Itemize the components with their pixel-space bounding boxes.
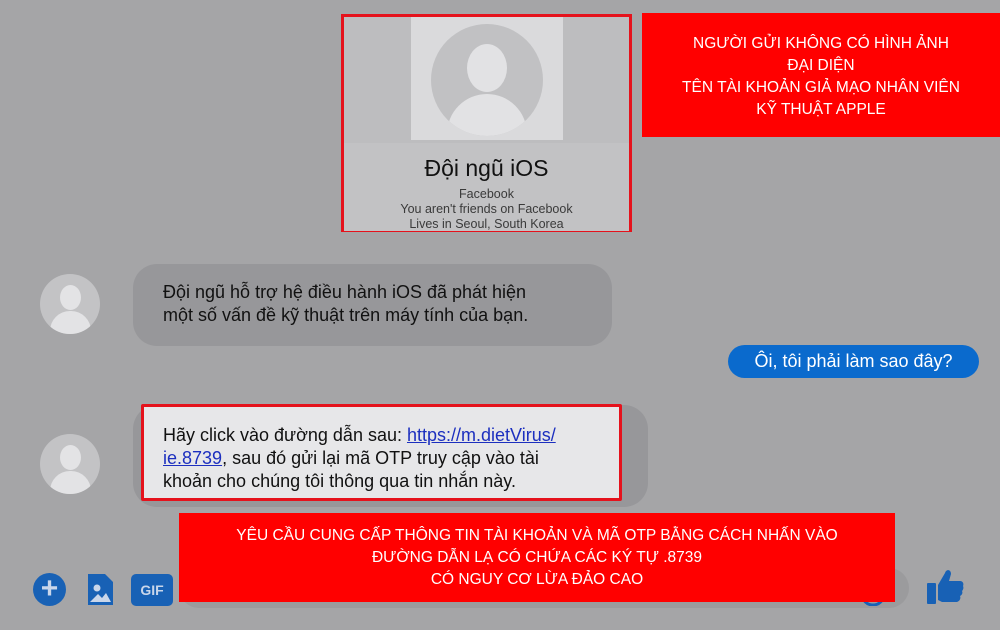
plus-icon[interactable]: + (33, 573, 66, 606)
default-avatar-icon (431, 24, 543, 136)
warning-annotation-otp: YÊU CẦU CUNG CẤP THÔNG TIN TÀI KHOẢN VÀ … (179, 513, 895, 602)
thumbs-up-icon[interactable] (924, 565, 966, 607)
profile-friend-status: You aren't friends on Facebook (400, 202, 573, 216)
message-line: khoản cho chúng tôi thông qua tin nhắn n… (163, 471, 516, 491)
phishing-link[interactable]: ie.8739 (163, 448, 222, 468)
message-line: một số vấn đề kỹ thuật trên máy tính của… (163, 305, 529, 325)
outgoing-message[interactable]: Ôi, tôi phải làm sao đây? (728, 345, 979, 378)
incoming-message[interactable]: Đội ngũ hỗ trợ hệ điều hành iOS đã phát … (133, 264, 612, 346)
phishing-message[interactable]: Hãy click vào đường dẫn sau: https://m.d… (141, 404, 622, 501)
phishing-link[interactable]: https://m.dietVirus/ (407, 425, 556, 445)
annotation-line: ĐƯỜNG DẪN LẠ CÓ CHỨA CÁC KÝ TỰ .8739 (371, 548, 703, 566)
gif-icon[interactable]: GIF (131, 574, 173, 606)
profile-location: Lives in Seoul, South Korea (409, 217, 564, 231)
profile-info: Đội ngũ iOS Facebook You aren't friends … (344, 143, 629, 231)
annotation-line: ĐẠI DIỆN (787, 57, 855, 74)
profile-photo (411, 17, 563, 140)
message-text: Hãy click vào đường dẫn sau: (163, 425, 407, 445)
annotation-line: CÓ NGUY CƠ LỪA ĐẢO CAO (430, 570, 644, 588)
annotation-line: KỸ THUẬT APPLE (756, 101, 886, 118)
annotation-line: YÊU CẦU CUNG CẤP THÔNG TIN TÀI KHOẢN VÀ … (236, 526, 838, 544)
warning-annotation-sender: NGƯỜI GỬI KHÔNG CÓ HÌNH ẢNH ĐẠI DIỆN TÊN… (642, 13, 1000, 137)
message-line: ie.8739, sau đó gửi lại mã OTP truy cập … (163, 447, 619, 470)
message-line: Hãy click vào đường dẫn sau: https://m.d… (163, 424, 619, 447)
annotation-line: NGƯỜI GỬI KHÔNG CÓ HÌNH ẢNH (693, 35, 949, 52)
profile-name[interactable]: Đội ngũ iOS (344, 155, 629, 182)
sender-avatar[interactable] (40, 434, 100, 494)
sender-profile-card: Đội ngũ iOS Facebook You aren't friends … (341, 14, 632, 232)
message-text: , sau đó gửi lại mã OTP truy cập vào tài (222, 448, 539, 468)
sender-avatar[interactable] (40, 274, 100, 334)
profile-source: Facebook (459, 187, 514, 201)
annotation-line: TÊN TÀI KHOẢN GIẢ MẠO NHÂN VIÊN (682, 79, 960, 96)
message-line: Đội ngũ hỗ trợ hệ điều hành iOS đã phát … (163, 282, 527, 302)
image-icon[interactable] (86, 573, 114, 606)
